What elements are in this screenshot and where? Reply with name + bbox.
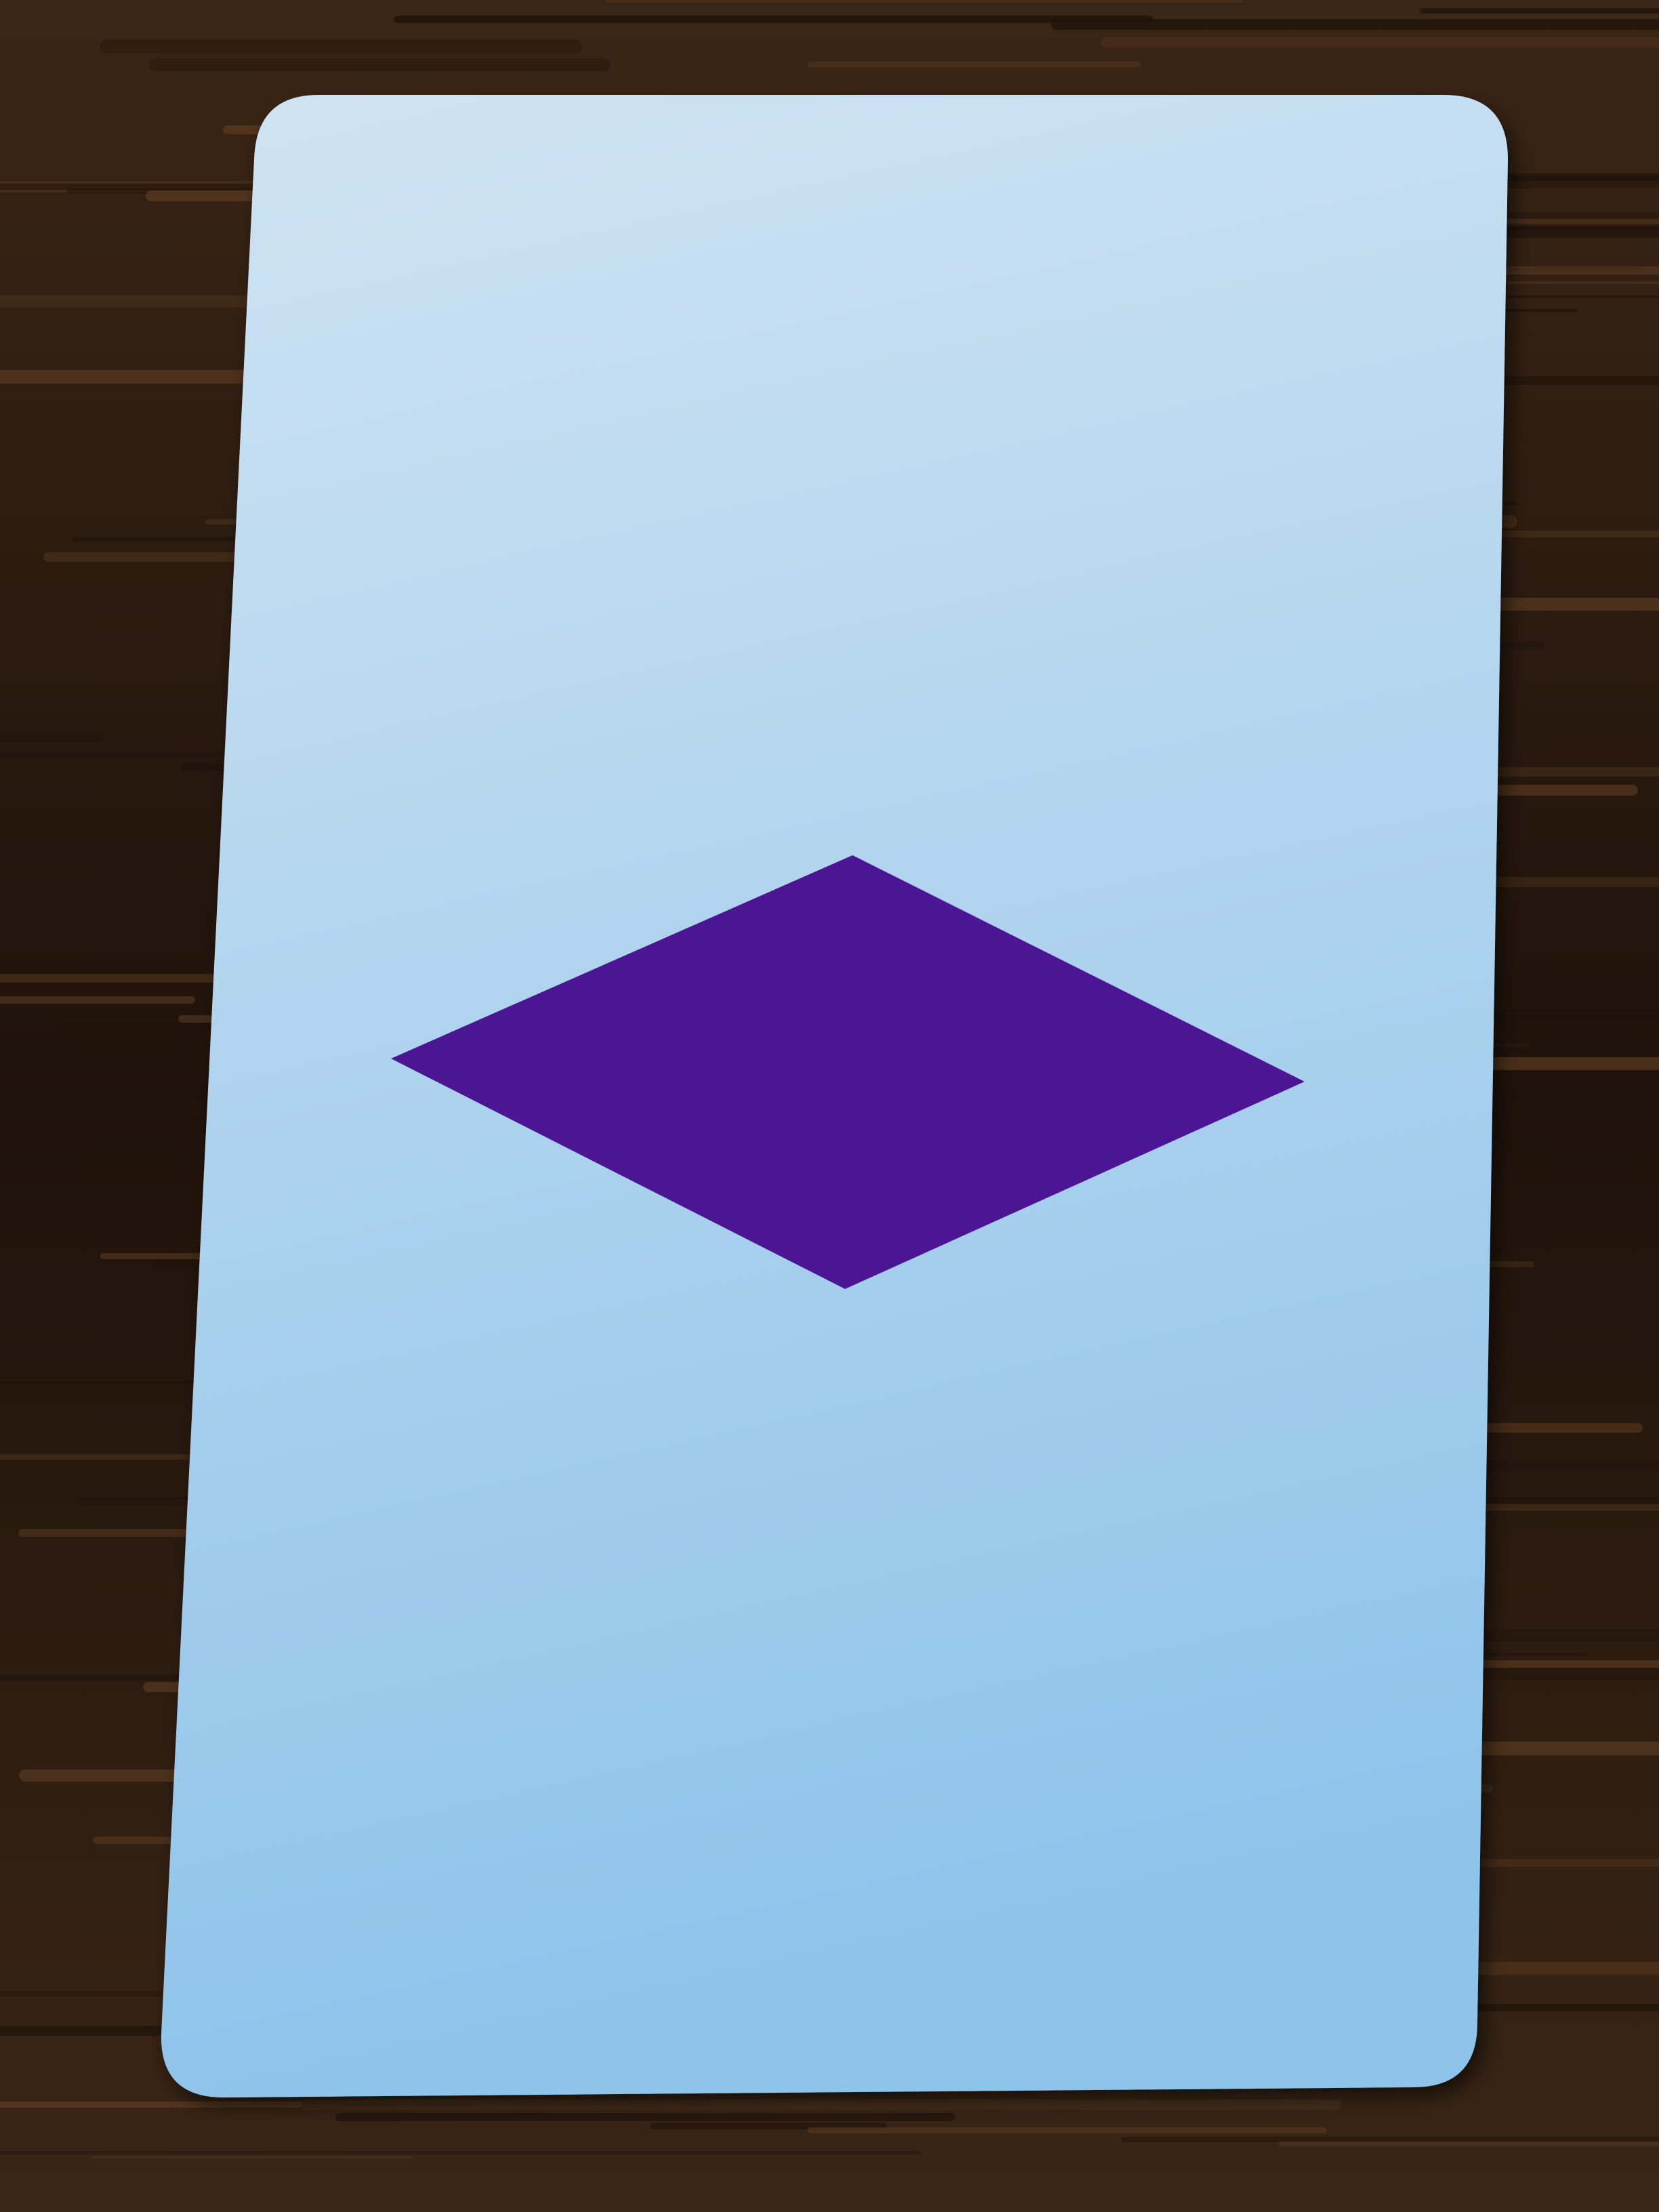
wood-grain-streak xyxy=(605,0,1244,3)
wood-grain-streak xyxy=(807,2127,1327,2133)
wood-grain-streak xyxy=(1279,2142,1659,2146)
wood-grain-streak xyxy=(0,731,103,742)
photo-scene xyxy=(0,0,1659,2212)
wood-grain-streak xyxy=(0,2151,921,2154)
wood-grain-streak xyxy=(0,996,195,1004)
wood-grain-streak xyxy=(1051,19,1659,30)
wood-grain-streak xyxy=(1101,37,1659,47)
wood-grain-streak xyxy=(807,62,1141,67)
wood-grain-streak xyxy=(0,2102,303,2108)
photo-canvas xyxy=(0,0,1659,2212)
wood-grain-streak xyxy=(1122,2137,1659,2142)
wood-grain-streak xyxy=(149,58,611,71)
wood-grain-streak xyxy=(394,16,1153,23)
wood-grain-streak xyxy=(300,2100,1341,2110)
wood-grain-streak xyxy=(91,2156,413,2158)
wood-grain-streak xyxy=(100,40,582,54)
wood-grain-streak xyxy=(1420,8,1659,14)
wood-grain-streak xyxy=(335,2113,955,2121)
